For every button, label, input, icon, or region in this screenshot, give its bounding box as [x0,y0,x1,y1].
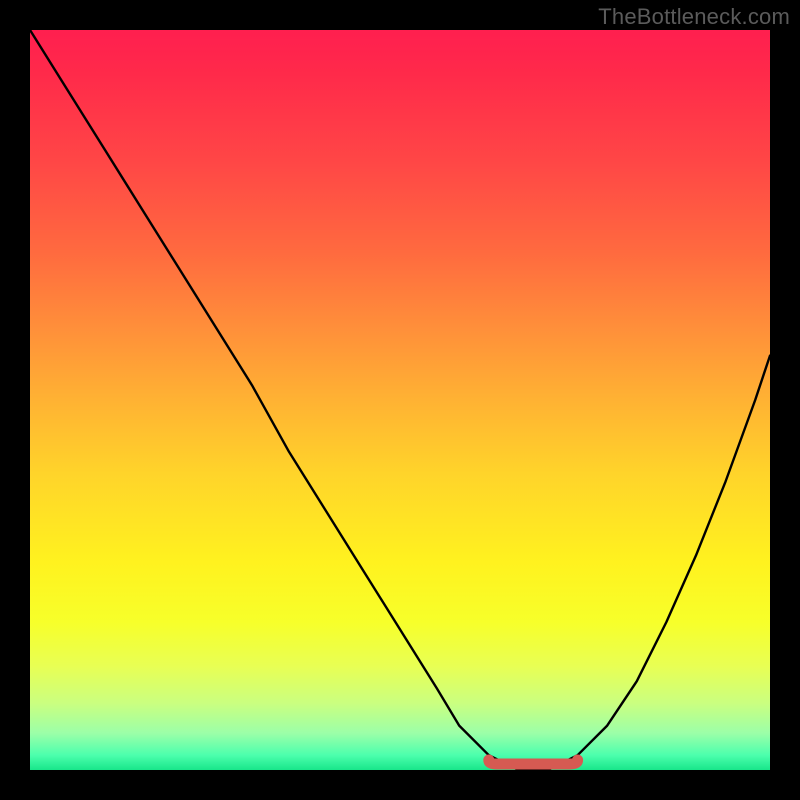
optimal-range-marker [489,760,578,764]
chart-frame: TheBottleneck.com [0,0,800,800]
watermark-text: TheBottleneck.com [598,4,790,30]
chart-svg [30,30,770,770]
plot-area [30,30,770,770]
bottleneck-curve [30,30,770,770]
